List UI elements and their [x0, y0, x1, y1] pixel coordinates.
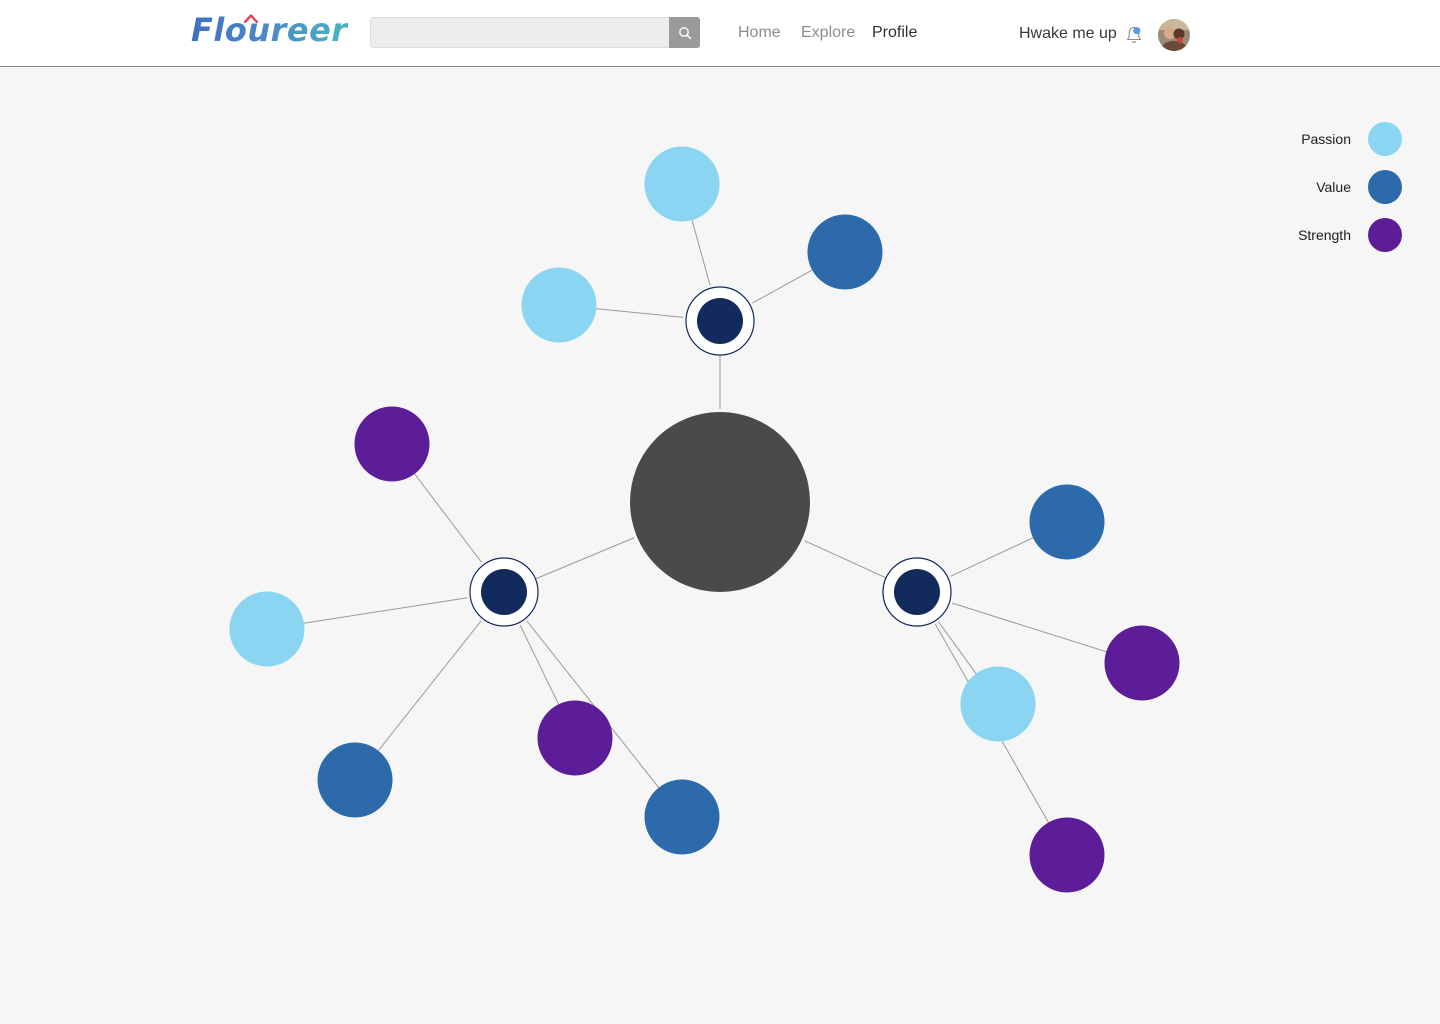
graph-edge-hub-right-r1 — [950, 534, 1039, 577]
graph-edge-hub-left-l1 — [410, 468, 483, 563]
graph-edge-hub-top-t3 — [752, 266, 818, 304]
graph-node-hub[interactable] — [685, 286, 755, 356]
graph-edge-hub-left-l2 — [298, 597, 468, 625]
graph-edge-center-hub-right — [804, 540, 892, 581]
graph-node-center[interactable] — [630, 412, 810, 592]
graph-node-strength[interactable] — [1104, 625, 1180, 701]
search-input[interactable] — [371, 18, 670, 47]
graph-node-value[interactable] — [317, 742, 393, 818]
graph-edge-hub-top-t1 — [689, 214, 711, 286]
graph-node-passion[interactable] — [960, 666, 1036, 742]
graph-node-strength[interactable] — [354, 406, 430, 482]
graph-node-passion[interactable] — [644, 146, 720, 222]
avatar[interactable] — [1158, 19, 1190, 51]
graph-node-hub[interactable] — [469, 557, 539, 627]
bell-icon[interactable] — [1125, 25, 1143, 45]
profile-graph — [0, 67, 1440, 1024]
graph-node-value[interactable] — [644, 779, 720, 855]
graph-edge-hub-right-r3 — [938, 621, 980, 679]
graph-node-strength[interactable] — [537, 700, 613, 776]
search-button[interactable] — [669, 17, 700, 48]
graph-edge-center-hub-left — [529, 537, 635, 582]
graph-node-value[interactable] — [807, 214, 883, 290]
graph-node-passion[interactable] — [521, 267, 597, 343]
search-icon — [678, 26, 691, 39]
graph-node-passion[interactable] — [229, 591, 305, 667]
graph-node-hub[interactable] — [882, 557, 952, 627]
logo[interactable]: Floureer — [191, 11, 348, 49]
graph-edge-hub-right-r2 — [952, 602, 1113, 654]
top-bar: Floureer Home Explore Profile Hwake me u… — [0, 0, 1440, 67]
graph-canvas — [229, 146, 1180, 893]
graph-node-value[interactable] — [1029, 484, 1105, 560]
graph-edge-hub-left-l3 — [374, 620, 482, 756]
graph-edge-hub-top-t2 — [590, 307, 684, 318]
logo-roof-icon — [244, 14, 258, 23]
nav-explore[interactable]: Explore — [801, 24, 855, 42]
search-bar — [370, 17, 700, 48]
nav-profile[interactable]: Profile — [872, 24, 917, 42]
nav-home[interactable]: Home — [738, 24, 781, 42]
wake-me-up-link[interactable]: Hwake me up — [1019, 25, 1117, 43]
graph-node-strength[interactable] — [1029, 817, 1105, 893]
